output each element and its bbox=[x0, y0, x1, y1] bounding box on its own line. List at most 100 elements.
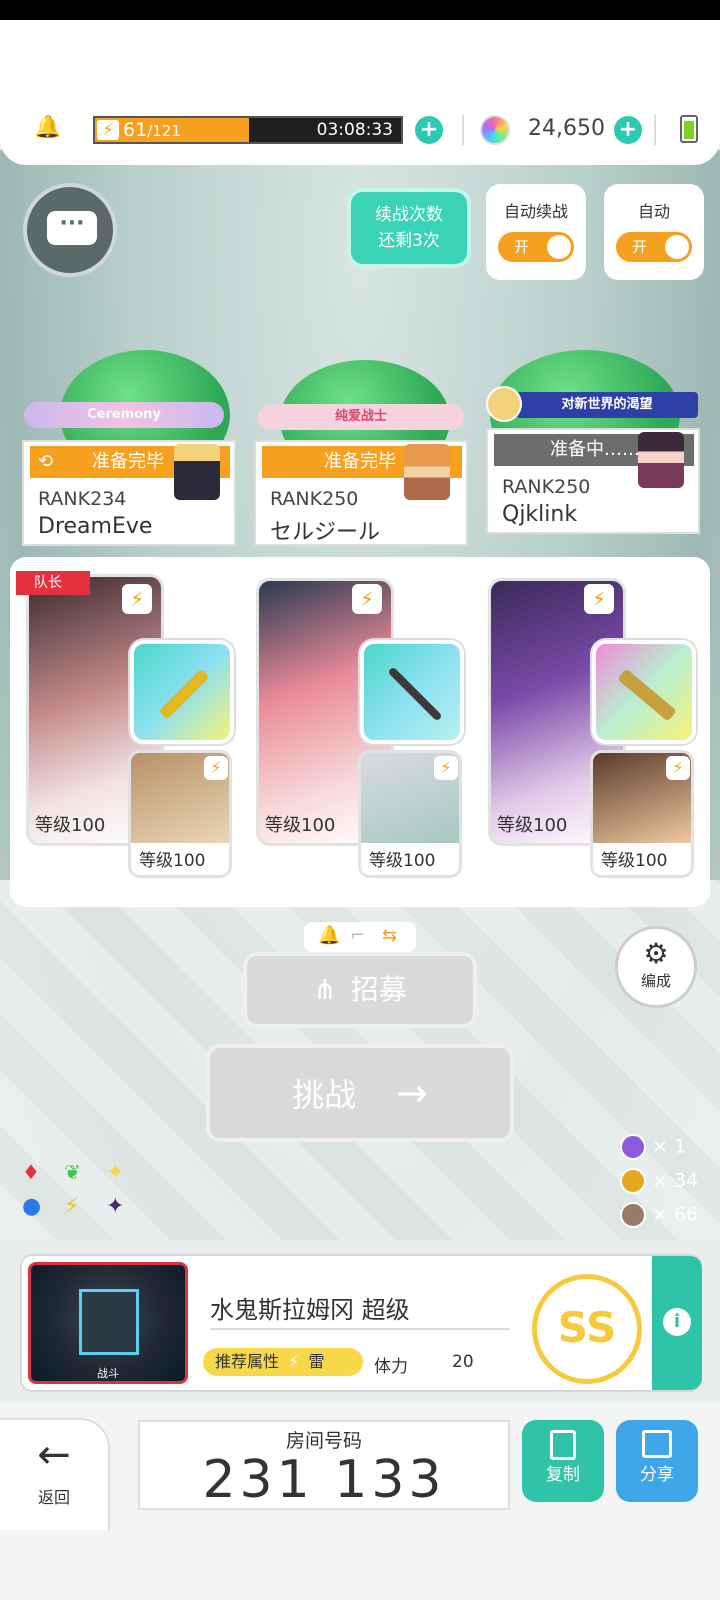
player-sprite bbox=[404, 444, 450, 500]
boss-image[interactable]: 战斗 bbox=[28, 1262, 188, 1384]
room-number: 231 133 bbox=[202, 1450, 446, 1510]
axe-icon bbox=[158, 668, 210, 720]
auto-retry-label: 自动续战 bbox=[503, 202, 568, 221]
back-button[interactable]: ← 返回 bbox=[0, 1418, 110, 1530]
share-button[interactable]: 分享 bbox=[616, 1420, 698, 1502]
gem-count: 24,650 bbox=[528, 116, 605, 141]
drop-count: × 1 bbox=[620, 1134, 686, 1160]
stamina-bar: ⚡ 61/121 03:08:33 bbox=[93, 116, 403, 144]
dagger-icon bbox=[617, 668, 677, 722]
arrow-right-icon: → bbox=[396, 1071, 428, 1115]
stamina-timer: 03:08:33 bbox=[316, 120, 393, 140]
recommended-attribute: 推荐属性 ⚡ 雷 bbox=[203, 1348, 363, 1376]
player-name: Qjklink bbox=[502, 502, 578, 527]
drop-count: × 66 bbox=[620, 1202, 698, 1228]
room-number-box: 房间号码 231 133 bbox=[138, 1420, 510, 1510]
player-card[interactable]: 准备中…… RANK250 Qjklink bbox=[486, 428, 700, 534]
player-name: DreamEve bbox=[38, 514, 153, 539]
share-nodes-icon: ⋔ bbox=[313, 973, 337, 1006]
quest-info-button[interactable]: i bbox=[652, 1256, 702, 1390]
auto-card: 自动 开 bbox=[604, 184, 704, 280]
player-sprite bbox=[174, 444, 220, 500]
bronze-drop-icon bbox=[620, 1202, 646, 1228]
bell-icon: 🔔 bbox=[318, 925, 341, 946]
copy-button[interactable]: 复制 bbox=[522, 1420, 604, 1502]
divider bbox=[654, 115, 656, 145]
clipboard-icon bbox=[550, 1430, 576, 1460]
dark-element-icon: ✦ bbox=[106, 1194, 125, 1219]
back-label: 返回 bbox=[37, 1488, 70, 1507]
lightning-element-icon: ⚡ bbox=[434, 756, 458, 780]
weapon-slot[interactable] bbox=[360, 640, 464, 744]
weapon-slot[interactable] bbox=[130, 640, 234, 744]
player-card[interactable]: 准备完毕 RANK250 セルジール bbox=[254, 440, 468, 546]
player-card[interactable]: ⟲ 准备完毕 RANK234 DreamEve bbox=[22, 440, 236, 546]
quest-name: 水鬼斯拉姆冈 超级 bbox=[210, 1296, 410, 1324]
lightning-element-icon: ⚡ bbox=[122, 584, 152, 614]
player-title-banner: Ceremony bbox=[24, 402, 224, 428]
auto-retry-card: 自动续战 开 bbox=[486, 184, 586, 280]
stamina-cost-label: 体力 bbox=[374, 1357, 408, 1377]
wind-element-icon: ❦ bbox=[64, 1160, 81, 1184]
boss-sprite bbox=[79, 1289, 139, 1355]
info-icon: i bbox=[663, 1308, 691, 1336]
key-icon: ⌐ bbox=[350, 925, 366, 946]
quest-card: 战斗 水鬼斯拉姆冈 超级 推荐属性 ⚡ 雷 体力 20 SS i bbox=[20, 1254, 702, 1392]
battery-icon bbox=[680, 115, 698, 143]
element-chart: ♦ ❦ ✦ ● ⚡ ✦ bbox=[22, 1160, 132, 1230]
player-title-banner: 纯爱战士 bbox=[258, 404, 464, 430]
lightning-element-icon: ⚡ bbox=[584, 584, 614, 614]
arrow-left-icon: ← bbox=[37, 1432, 71, 1478]
resource-header: 🔔 ⚡ 61/121 03:08:33 + 24,650 + bbox=[0, 20, 720, 165]
share-icon bbox=[642, 1430, 672, 1458]
player-sprite bbox=[638, 432, 684, 488]
player-title-banner: 对新世界的渴望 bbox=[516, 392, 698, 418]
gold-drop-icon bbox=[620, 1168, 646, 1194]
swap-icon: ⇆ bbox=[382, 925, 398, 946]
recruit-button[interactable]: ⋔ 招募 bbox=[243, 952, 477, 1028]
add-stamina-button[interactable]: + bbox=[415, 116, 443, 144]
lightning-element-icon: ⚡ bbox=[352, 584, 382, 614]
light-element-icon: ✦ bbox=[106, 1160, 125, 1185]
system-status-bar bbox=[0, 0, 720, 20]
player-rank: RANK250 bbox=[502, 476, 591, 498]
stamina-cost: 20 bbox=[452, 1352, 474, 1372]
staff-icon bbox=[387, 666, 443, 722]
grade-badge: SS bbox=[532, 1274, 642, 1384]
edit-team-button[interactable]: ⚙ 编成 bbox=[615, 926, 697, 1008]
player-rank: RANK234 bbox=[38, 488, 127, 510]
auto-toggle[interactable]: 开 bbox=[616, 232, 692, 262]
chat-button[interactable]: ··· bbox=[23, 183, 117, 277]
room-label: 房间号码 bbox=[285, 1430, 362, 1452]
auto-retry-toggle[interactable]: 开 bbox=[498, 232, 574, 262]
support-level: 等级100 bbox=[601, 851, 668, 871]
lightning-icon: ⚡ bbox=[97, 120, 119, 140]
support-level: 等级100 bbox=[139, 851, 206, 871]
player-rank: RANK250 bbox=[270, 488, 359, 510]
retry-count-remaining: 还剩3次 bbox=[378, 231, 440, 251]
gem-icon bbox=[480, 115, 510, 145]
weapon-slot[interactable] bbox=[592, 640, 696, 744]
drop-count: × 34 bbox=[620, 1168, 698, 1194]
gear-person-icon: ⚙ bbox=[643, 937, 669, 970]
thunder-element-icon: ⚡ bbox=[64, 1194, 80, 1219]
auto-label: 自动 bbox=[637, 202, 670, 221]
repeat-icon: ⟲ bbox=[38, 451, 54, 472]
divider bbox=[210, 1328, 510, 1330]
lightning-element-icon: ⚡ bbox=[204, 756, 228, 780]
chat-bubble-icon: ··· bbox=[47, 211, 97, 245]
lightning-icon: ⚡ bbox=[288, 1352, 300, 1371]
notification-bell-icon[interactable]: 🔔 bbox=[34, 115, 61, 140]
retry-count-box: 续战次数 还剩3次 bbox=[347, 188, 471, 268]
stamina-value: 61/121 bbox=[123, 119, 181, 141]
divider bbox=[462, 115, 464, 145]
add-gems-button[interactable]: + bbox=[614, 116, 642, 144]
edit-label: 编成 bbox=[640, 972, 671, 990]
leader-tag: 队长 bbox=[16, 571, 90, 595]
retry-count-label: 续战次数 bbox=[375, 205, 443, 225]
purple-drop-icon bbox=[620, 1134, 646, 1160]
challenge-button[interactable]: 挑战 → bbox=[206, 1044, 514, 1142]
fire-element-icon: ♦ bbox=[22, 1160, 40, 1184]
support-level: 等级100 bbox=[369, 851, 436, 871]
player-title-avatar bbox=[486, 386, 522, 422]
